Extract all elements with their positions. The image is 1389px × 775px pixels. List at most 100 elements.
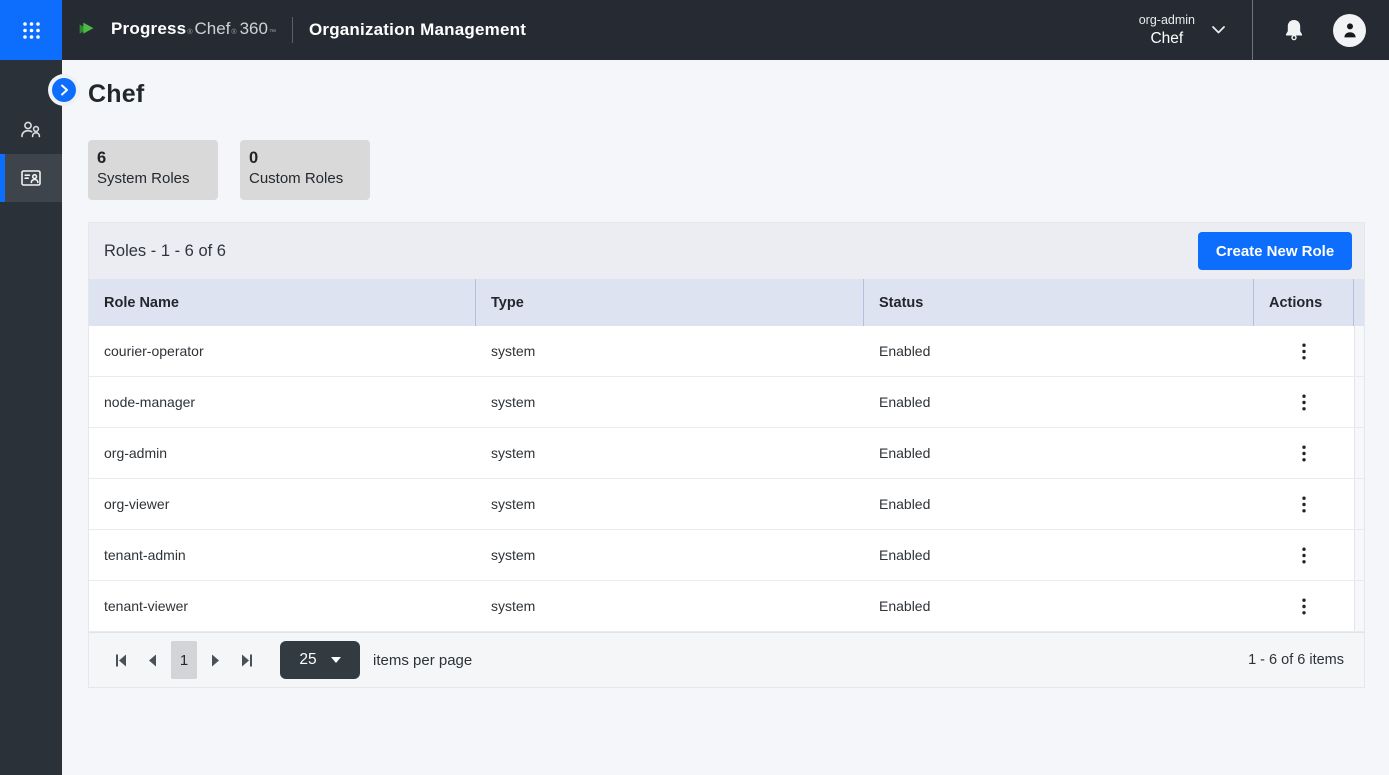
first-page-icon: [113, 653, 127, 668]
page-number-button[interactable]: 1: [171, 641, 197, 679]
person-icon: [1342, 22, 1358, 39]
brand-logo: Progress® Chef® 360™: [76, 19, 276, 41]
previous-page-button[interactable]: [136, 644, 168, 676]
cell-status: Enabled: [864, 326, 1254, 376]
row-actions-menu-button[interactable]: [1292, 388, 1316, 417]
notifications-button[interactable]: [1283, 18, 1305, 42]
cell-role-name: org-admin: [89, 428, 476, 478]
kebab-menu-icon: [1302, 496, 1306, 513]
main-content: › Org Role Management Chef 6 System Role…: [62, 0, 1389, 688]
brand-360: 360: [240, 19, 268, 39]
stat-value: 6: [97, 149, 218, 168]
brand-chef: Chef: [194, 19, 230, 39]
kebab-menu-icon: [1302, 343, 1306, 360]
last-page-icon: [241, 653, 255, 668]
scrollbar-gutter: [1354, 530, 1364, 580]
pagination-bar: 1 25 items per page 1 - 6 of 6 items: [89, 632, 1364, 687]
stat-cards: 6 System Roles 0 Custom Roles: [88, 140, 1365, 200]
cell-role-name: tenant-viewer: [89, 581, 476, 631]
page-title: Chef: [88, 80, 1365, 109]
cell-type: system: [476, 326, 864, 376]
app-title: Organization Management: [309, 20, 526, 40]
caret-down-icon: [331, 657, 341, 663]
table-title: Roles - 1 - 6 of 6: [104, 242, 226, 261]
topbar-divider: [292, 17, 293, 43]
next-page-icon: [211, 653, 221, 668]
scrollbar-gutter: [1354, 581, 1364, 631]
cell-role-name: courier-operator: [89, 326, 476, 376]
table-row: org-admin system Enabled: [89, 428, 1364, 479]
cell-type: system: [476, 377, 864, 427]
cell-status: Enabled: [864, 581, 1254, 631]
cell-status: Enabled: [864, 428, 1254, 478]
row-actions-menu-button[interactable]: [1292, 337, 1316, 366]
scrollbar-gutter: [1354, 377, 1364, 427]
stat-label: Custom Roles: [249, 170, 370, 187]
column-header-gutter: [1354, 279, 1369, 326]
brand-progress: Progress: [111, 19, 186, 39]
trademark-mark: ®: [231, 29, 236, 36]
next-page-button[interactable]: [200, 644, 232, 676]
scrollbar-gutter: [1354, 326, 1364, 376]
pagination-range-label: 1 - 6 of 6 items: [1248, 652, 1344, 668]
topbar: Progress® Chef® 360™ Organization Manage…: [0, 0, 1389, 60]
sidebar-item-users[interactable]: [0, 106, 62, 154]
row-actions-menu-button[interactable]: [1292, 541, 1316, 570]
account-org: Chef: [1139, 30, 1195, 48]
sidebar-item-org-roles[interactable]: [0, 154, 62, 202]
kebab-menu-icon: [1302, 394, 1306, 411]
page-size-value: 25: [299, 651, 316, 669]
create-new-role-button[interactable]: Create New Role: [1198, 232, 1352, 270]
bell-icon: [1283, 18, 1305, 42]
cell-type: system: [476, 530, 864, 580]
sidebar-expand-toggle[interactable]: [52, 78, 76, 102]
table-row: tenant-admin system Enabled: [89, 530, 1364, 581]
app-launcher-button[interactable]: [0, 0, 62, 60]
trademark-mark: ™: [269, 29, 276, 36]
cell-role-name: node-manager: [89, 377, 476, 427]
table-header-bar: Roles - 1 - 6 of 6 Create New Role: [89, 223, 1364, 279]
first-page-button[interactable]: [104, 644, 136, 676]
chevron-right-icon: [60, 84, 69, 96]
column-header-status[interactable]: Status: [864, 279, 1254, 326]
table-row: courier-operator system Enabled: [89, 326, 1364, 377]
cell-type: system: [476, 581, 864, 631]
progress-chevron-icon: [76, 19, 104, 41]
row-actions-menu-button[interactable]: [1292, 592, 1316, 621]
cell-type: system: [476, 428, 864, 478]
topbar-divider: [1252, 0, 1253, 60]
roles-table-card: Roles - 1 - 6 of 6 Create New Role Role …: [88, 222, 1365, 688]
chevron-down-icon: [1211, 25, 1226, 35]
waffle-grid-icon: [22, 21, 41, 40]
kebab-menu-icon: [1302, 445, 1306, 462]
kebab-menu-icon: [1302, 547, 1306, 564]
table-row: tenant-viewer system Enabled: [89, 581, 1364, 632]
scrollbar-gutter: [1354, 428, 1364, 478]
stat-card-custom-roles: 0 Custom Roles: [240, 140, 370, 200]
page-size-dropdown[interactable]: 25: [280, 641, 360, 679]
account-role: org-admin: [1139, 13, 1195, 27]
cell-status: Enabled: [864, 377, 1254, 427]
cell-type: system: [476, 479, 864, 529]
column-header-role-name[interactable]: Role Name: [89, 279, 476, 326]
table-column-header-row: Role Name Type Status Actions: [89, 279, 1364, 326]
row-actions-menu-button[interactable]: [1292, 490, 1316, 519]
table-row: org-viewer system Enabled: [89, 479, 1364, 530]
stat-card-system-roles: 6 System Roles: [88, 140, 218, 200]
stat-value: 0: [249, 149, 370, 168]
items-per-page-label: items per page: [373, 652, 472, 669]
account-avatar-button[interactable]: [1333, 14, 1366, 47]
sidebar: [0, 60, 62, 775]
users-icon: [18, 117, 44, 143]
cell-role-name: org-viewer: [89, 479, 476, 529]
scrollbar-gutter: [1354, 479, 1364, 529]
trademark-mark: ®: [187, 29, 192, 36]
previous-page-icon: [147, 653, 157, 668]
column-header-actions: Actions: [1254, 279, 1354, 326]
column-header-type[interactable]: Type: [476, 279, 864, 326]
last-page-button[interactable]: [232, 644, 264, 676]
kebab-menu-icon: [1302, 598, 1306, 615]
cell-status: Enabled: [864, 530, 1254, 580]
account-switcher[interactable]: org-admin Chef: [1139, 13, 1226, 48]
row-actions-menu-button[interactable]: [1292, 439, 1316, 468]
